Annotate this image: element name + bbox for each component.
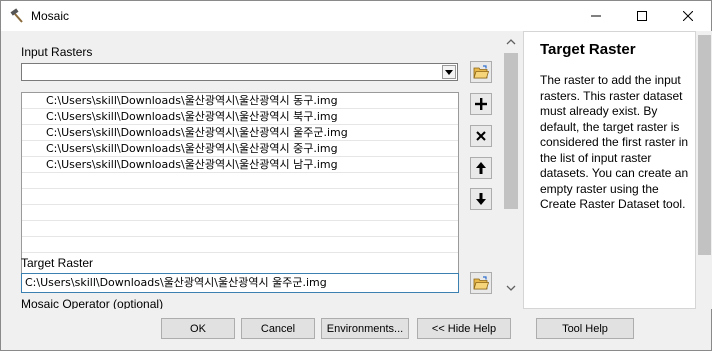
- ok-button[interactable]: OK: [161, 318, 235, 339]
- list-item-empty[interactable]: [22, 189, 458, 205]
- cancel-button[interactable]: Cancel: [241, 318, 315, 339]
- chevron-up-icon: [506, 39, 516, 45]
- chevron-down-icon: [506, 285, 516, 291]
- parameters-pane: Input Rasters C:\Users\skill\Downloads\울…: [1, 31, 521, 309]
- arrow-up-icon: [476, 162, 486, 174]
- scroll-up-button[interactable]: [504, 35, 518, 49]
- list-item-empty[interactable]: [22, 221, 458, 237]
- title-bar[interactable]: Mosaic: [1, 1, 711, 31]
- minimize-button[interactable]: [573, 1, 619, 31]
- list-item-empty[interactable]: [22, 173, 458, 189]
- environments-button[interactable]: Environments...: [321, 318, 409, 339]
- browse-target-button[interactable]: [470, 272, 492, 294]
- hammer-icon: [10, 8, 23, 23]
- minimize-icon: [591, 15, 601, 17]
- help-scrollbar[interactable]: [696, 31, 712, 309]
- help-body: The raster to add the input rasters. Thi…: [540, 73, 689, 211]
- chevron-down-icon: [445, 69, 453, 75]
- close-button[interactable]: [665, 1, 711, 31]
- tool-help-button[interactable]: Tool Help: [536, 318, 634, 339]
- scrollbar-thumb[interactable]: [504, 53, 518, 209]
- scroll-down-button[interactable]: [504, 281, 518, 295]
- mosaic-operator-label: Mosaic Operator (optional): [21, 297, 164, 309]
- help-pane: Target Raster The raster to add the inpu…: [523, 31, 696, 309]
- open-folder-icon: [473, 65, 489, 79]
- remove-x-icon: [476, 131, 486, 141]
- list-item[interactable]: C:\Users\skill\Downloads\울산광역시\울산광역시 울주군…: [22, 125, 458, 141]
- input-rasters-dropdown[interactable]: [21, 63, 458, 81]
- target-raster-label: Target Raster: [21, 256, 94, 270]
- list-item-empty[interactable]: [22, 205, 458, 221]
- open-folder-icon: [473, 276, 489, 290]
- hide-help-button[interactable]: << Hide Help: [417, 318, 511, 339]
- help-scrollbar-thumb[interactable]: [698, 35, 711, 255]
- list-item[interactable]: C:\Users\skill\Downloads\울산광역시\울산광역시 동구.…: [22, 93, 458, 109]
- mosaic-dialog: Mosaic Input Rasters C:\Users\skill\Down…: [0, 0, 712, 351]
- maximize-button[interactable]: [619, 1, 665, 31]
- browse-input-button[interactable]: [470, 61, 492, 83]
- add-raster-button[interactable]: [470, 93, 492, 115]
- parameters-scrollbar[interactable]: [501, 31, 521, 309]
- input-rasters-label: Input Rasters: [21, 45, 93, 59]
- list-item-empty[interactable]: [22, 237, 458, 253]
- close-icon: [683, 11, 693, 21]
- dropdown-arrow-button[interactable]: [442, 65, 456, 79]
- maximize-icon: [637, 11, 647, 21]
- window-title: Mosaic: [31, 9, 70, 23]
- move-up-button[interactable]: [470, 157, 492, 179]
- remove-raster-button[interactable]: [470, 125, 492, 147]
- arrow-down-icon: [476, 193, 486, 205]
- move-down-button[interactable]: [470, 188, 492, 210]
- list-item[interactable]: C:\Users\skill\Downloads\울산광역시\울산광역시 남구.…: [22, 157, 458, 173]
- target-raster-input[interactable]: C:\Users\skill\Downloads\울산광역시\울산광역시 울주군…: [21, 273, 459, 293]
- list-item[interactable]: C:\Users\skill\Downloads\울산광역시\울산광역시 북구.…: [22, 109, 458, 125]
- button-bar: OK Cancel Environments... << Hide Help T…: [1, 309, 711, 351]
- plus-icon: [475, 98, 487, 110]
- list-item[interactable]: C:\Users\skill\Downloads\울산광역시\울산광역시 중구.…: [22, 141, 458, 157]
- help-title: Target Raster: [540, 41, 636, 58]
